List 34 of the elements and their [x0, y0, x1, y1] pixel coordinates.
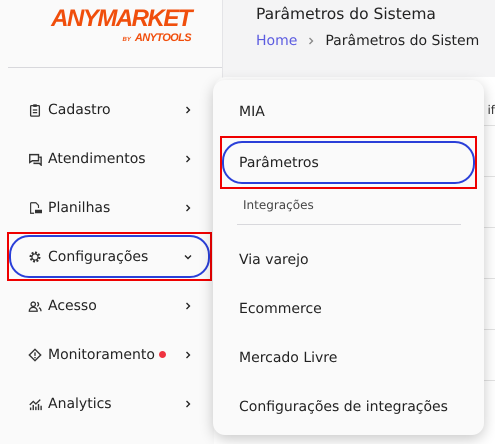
- chat-icon: [28, 152, 42, 166]
- menu-item[interactable]: Configurações de integrações: [222, 385, 475, 428]
- sidebar-item-label: Configurações: [48, 248, 148, 264]
- clipboard-icon: [28, 102, 42, 116]
- sidebar-item[interactable]: Monitoramento: [9, 333, 210, 376]
- sidebar-item-label: Cadastro: [48, 102, 111, 118]
- column-header: if: [487, 103, 495, 117]
- sidebar-item-label: Analytics: [48, 396, 112, 412]
- breadcrumb-link[interactable]: Home: [256, 33, 298, 49]
- menu-item[interactable]: MIA: [222, 90, 475, 133]
- page-title: Parâmetros do Sistema: [256, 4, 437, 24]
- sidebar-item-label: Acesso: [48, 298, 97, 314]
- warning-icon: [28, 348, 42, 362]
- sidebar-item[interactable]: Cadastro: [9, 88, 210, 131]
- sidebar-item[interactable]: Configurações: [9, 235, 210, 278]
- menu-section-label: Integrações: [242, 197, 315, 214]
- sidebar-item-label: Atendimentos: [48, 150, 146, 166]
- menu-item[interactable]: Via varejo: [222, 238, 475, 281]
- sidebar-item-label: Monitoramento: [48, 346, 155, 362]
- sidebar-item[interactable]: Atendimentos: [9, 137, 210, 180]
- sidebar-item[interactable]: Acesso: [9, 284, 210, 327]
- chart-icon: [28, 396, 42, 410]
- breadcrumb-current: Parâmetros do Sistem: [325, 33, 480, 49]
- menu-item[interactable]: Ecommerce: [222, 287, 475, 330]
- sidebar-item-label: Planilhas: [48, 200, 110, 216]
- settings-icon: [28, 250, 42, 264]
- brand-logo: ANYMARKET: [51, 6, 191, 32]
- logo-maker: ANYTOOLS: [134, 32, 191, 44]
- sidebar-item[interactable]: Planilhas: [9, 186, 210, 229]
- menu-item[interactable]: Mercado Livre: [222, 336, 475, 379]
- spreadsheet-icon: [28, 200, 42, 214]
- menu-item[interactable]: Parâmetros: [222, 141, 475, 184]
- sidebar-item[interactable]: Analytics: [9, 382, 210, 425]
- users-icon: [28, 298, 42, 312]
